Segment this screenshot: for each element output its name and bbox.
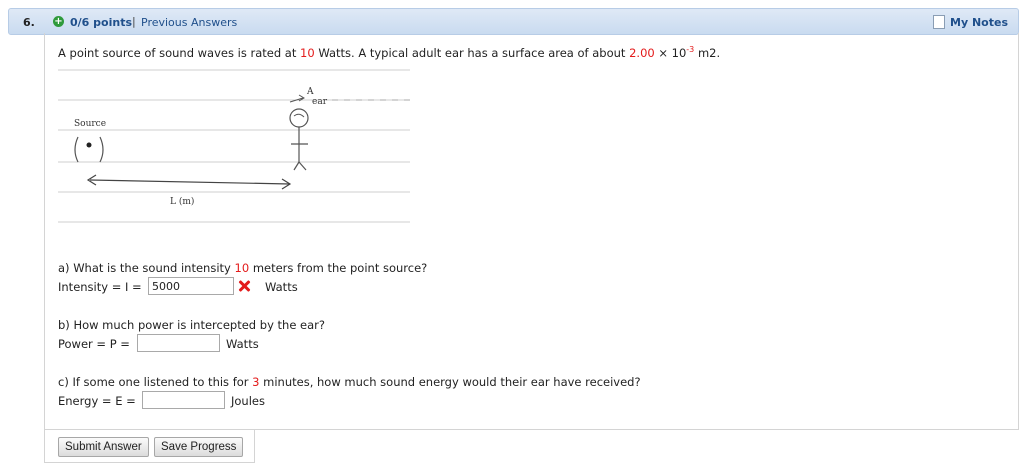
power-value: 10 bbox=[300, 45, 315, 60]
energy-unit: Joules bbox=[231, 394, 265, 408]
intensity-unit: Watts bbox=[265, 280, 298, 294]
distance-line bbox=[89, 179, 291, 185]
label-a: A bbox=[306, 87, 314, 97]
head-icon bbox=[289, 108, 309, 128]
distance-value: 10 bbox=[234, 261, 250, 275]
save-progress-button[interactable]: Save Progress bbox=[154, 437, 244, 457]
my-notes-button[interactable]: My Notes bbox=[931, 14, 1012, 30]
energy-label: Energy = E = bbox=[58, 394, 136, 408]
question-number: 6. bbox=[23, 16, 35, 29]
power-unit: Watts bbox=[226, 337, 259, 351]
power-input[interactable] bbox=[137, 334, 220, 352]
point-source-dot bbox=[86, 142, 92, 148]
source-wave-right bbox=[99, 136, 104, 163]
submit-answer-button[interactable]: Submit Answer bbox=[58, 437, 149, 457]
energy-input[interactable] bbox=[142, 391, 225, 409]
header-separator: | bbox=[132, 15, 136, 28]
ear-label: ear bbox=[312, 97, 328, 107]
previous-answers-link[interactable]: Previous Answers bbox=[141, 16, 237, 29]
points-score: 0/6 points bbox=[70, 16, 132, 29]
note-icon bbox=[933, 15, 946, 29]
plus-icon[interactable]: + bbox=[53, 16, 64, 27]
problem-statement: A point source of sound waves is rated a… bbox=[58, 45, 721, 60]
incorrect-x-icon bbox=[238, 280, 250, 292]
intensity-label: Intensity = I = bbox=[58, 280, 142, 294]
question-c: c) If some one listened to this for 3 mi… bbox=[58, 375, 641, 389]
source-label: Source bbox=[74, 119, 106, 129]
my-notes-label: My Notes bbox=[950, 15, 1008, 29]
question-b: b) How much power is intercepted by the … bbox=[58, 318, 326, 332]
source-wave-left bbox=[74, 136, 79, 163]
length-label: L (m) bbox=[170, 196, 194, 207]
area-value: 2.00 bbox=[629, 45, 655, 60]
question-a: a) What is the sound intensity 10 meters… bbox=[58, 261, 428, 275]
power-label: Power = P = bbox=[58, 337, 130, 351]
area-exponent: -3 bbox=[686, 45, 695, 54]
question-header: 6. + 0/6 points | Previous Answers My No… bbox=[8, 8, 1019, 35]
problem-figure: Source L (m) A ear bbox=[58, 69, 410, 223]
minutes-value: 3 bbox=[252, 375, 260, 389]
intensity-input[interactable]: 5000 bbox=[148, 277, 234, 295]
